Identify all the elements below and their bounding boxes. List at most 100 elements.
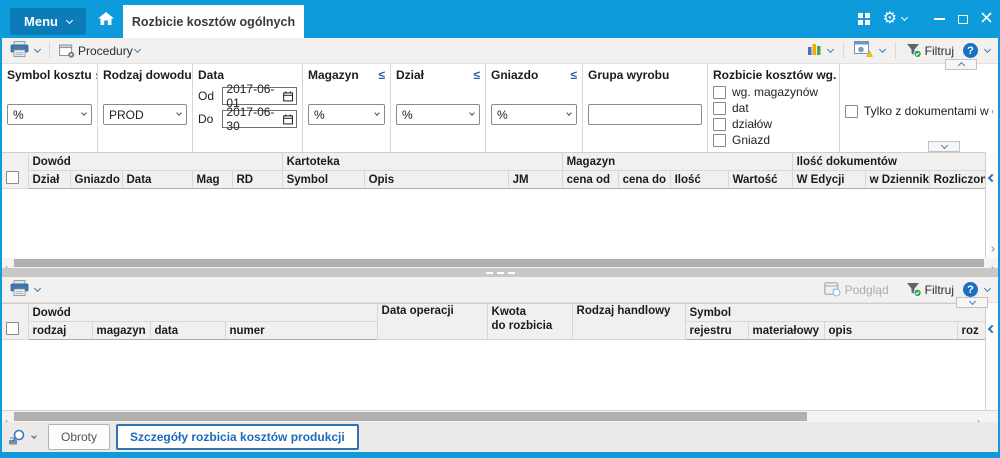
help-dropdown-chevron-icon[interactable] bbox=[984, 45, 991, 52]
tab-obroty[interactable]: Obroty bbox=[48, 424, 110, 450]
podglad-button[interactable]: Podgląd bbox=[824, 282, 891, 297]
col-header-roz[interactable]: roz bbox=[957, 322, 985, 340]
window-gear-warning-icon bbox=[854, 41, 873, 57]
grid1-horizontal-scrollbar[interactable] bbox=[2, 258, 998, 268]
scrollbar-thumb[interactable] bbox=[14, 259, 984, 267]
checkbox[interactable] bbox=[713, 102, 726, 115]
magazyn-select[interactable]: % bbox=[308, 104, 385, 125]
col-header-ilosc[interactable]: Ilość bbox=[670, 171, 728, 189]
tab-rozbicie-kosztow-ogolnych[interactable]: Rozbicie kosztów ogólnych bbox=[123, 5, 304, 38]
close-button[interactable] bbox=[981, 12, 992, 26]
select-all-checkbox[interactable] bbox=[6, 322, 19, 335]
check-gniazd-label: Gniazd bbox=[732, 133, 770, 147]
home-icon bbox=[98, 12, 114, 25]
symbol-kosztu-select[interactable]: % bbox=[7, 104, 92, 125]
check-dzialow[interactable]: działów bbox=[713, 117, 834, 131]
panel-splitter[interactable] bbox=[2, 268, 998, 277]
col-header-rodzaj[interactable]: rodzaj bbox=[28, 322, 92, 340]
check-dat[interactable]: dat bbox=[713, 101, 834, 115]
scroll-left-icon[interactable] bbox=[988, 174, 996, 182]
gniazdo-operator[interactable]: ≤ bbox=[570, 68, 577, 82]
help-dropdown-chevron-icon[interactable] bbox=[984, 284, 991, 291]
col-header-dzial[interactable]: Dział bbox=[28, 171, 70, 189]
filtruj-button[interactable]: Filtruj bbox=[906, 43, 956, 58]
results-grid-body[interactable] bbox=[2, 189, 985, 258]
details-grid-body[interactable] bbox=[2, 340, 985, 410]
col-header-rd[interactable]: RD bbox=[232, 171, 282, 189]
check-gniazd[interactable]: Gniazd bbox=[713, 133, 834, 147]
window-settings-chevron-icon[interactable] bbox=[879, 45, 886, 52]
filter-rodzaj-dowodu: Rodzaj dowodu PROD bbox=[98, 64, 193, 152]
do-label: Do bbox=[198, 112, 222, 126]
checkbox[interactable] bbox=[713, 134, 726, 147]
print-dropdown-chevron-icon[interactable] bbox=[34, 45, 41, 52]
collapse-toolbar-button[interactable] bbox=[945, 59, 977, 70]
settings-button[interactable]: ⚙ bbox=[883, 11, 907, 27]
col-header-jm[interactable]: JM bbox=[508, 171, 562, 189]
rodzaj-dowodu-select[interactable]: PROD bbox=[103, 104, 187, 125]
magazyn-operator[interactable]: ≤ bbox=[378, 68, 385, 82]
scrollbar-thumb[interactable] bbox=[14, 412, 807, 421]
tab-szczegoly-rozbicia[interactable]: Szczegóły rozbicia kosztów produkcji bbox=[116, 424, 359, 450]
checkbox[interactable] bbox=[845, 105, 858, 118]
zoom-view-button[interactable] bbox=[8, 429, 36, 445]
col-header-materialowy[interactable]: materiałowy bbox=[748, 322, 824, 340]
col-header-rejestru[interactable]: rejestru bbox=[685, 322, 748, 340]
scroll-left-icon[interactable] bbox=[988, 325, 996, 333]
date-do-input[interactable]: 2017-06-30 bbox=[222, 110, 297, 128]
col-header-symbol[interactable]: Symbol bbox=[282, 171, 364, 189]
col-header-kwota-do-rozbicia[interactable]: Kwota do rozbicia bbox=[487, 304, 572, 340]
col-header-rodzaj-handlowy[interactable]: Rodzaj handlowy bbox=[572, 304, 685, 340]
col-header-magazyn[interactable]: magazyn bbox=[92, 322, 150, 340]
dzial-operator[interactable]: ≤ bbox=[473, 68, 480, 82]
filtruj-button[interactable]: Filtruj bbox=[906, 282, 956, 297]
col-header-numer[interactable]: numer bbox=[225, 322, 377, 340]
apps-grid-icon[interactable] bbox=[858, 13, 870, 25]
col-header-wartosc[interactable]: Wartość bbox=[728, 171, 792, 189]
help-button[interactable]: ? bbox=[963, 43, 978, 58]
col-header-opis[interactable]: opis bbox=[824, 322, 957, 340]
details-grid-header: Dowód Data operacji Kwota do rozbicia Ro… bbox=[2, 303, 986, 340]
print-button[interactable] bbox=[10, 41, 29, 60]
menu-button[interactable]: Menu bbox=[10, 8, 86, 35]
collapse-grid2-button[interactable] bbox=[956, 297, 988, 308]
gniazdo-select[interactable]: % bbox=[491, 104, 577, 125]
date-od-input[interactable]: 2017-06-01 bbox=[222, 87, 297, 105]
check-wg-magazynow[interactable]: wg. magazynów bbox=[713, 85, 834, 99]
chart-button[interactable] bbox=[807, 42, 821, 59]
select-all-checkbox[interactable] bbox=[6, 171, 19, 184]
chevron-down-icon bbox=[469, 110, 475, 116]
col-header-opis[interactable]: Opis bbox=[364, 171, 508, 189]
col-header-mag[interactable]: Mag bbox=[192, 171, 232, 189]
minimize-button[interactable] bbox=[934, 18, 945, 20]
col-header-w-dzienniku[interactable]: w Dzienniku bbox=[865, 171, 929, 189]
checkbox[interactable] bbox=[713, 86, 726, 99]
grid2-horizontal-scrollbar[interactable] bbox=[2, 410, 998, 422]
window-settings-button[interactable] bbox=[854, 41, 873, 60]
home-button[interactable] bbox=[98, 12, 114, 28]
print-button[interactable] bbox=[10, 280, 29, 299]
select-all-cell bbox=[2, 304, 28, 340]
chart-dropdown-chevron-icon[interactable] bbox=[827, 45, 834, 52]
checkbox[interactable] bbox=[713, 118, 726, 131]
col-header-gniazdo[interactable]: Gniazdo bbox=[70, 171, 122, 189]
procedury-button[interactable]: Procedury bbox=[59, 44, 140, 58]
col-header-data-operacji[interactable]: Data operacji bbox=[377, 304, 487, 340]
col-header-data[interactable]: Data bbox=[122, 171, 192, 189]
collapse-filters-button[interactable] bbox=[928, 141, 960, 152]
titlebar-controls: ⚙ bbox=[858, 0, 992, 38]
col-header-cena-do[interactable]: cena do bbox=[618, 171, 670, 189]
toolbar-separator bbox=[895, 42, 896, 59]
dzial-select[interactable]: % bbox=[396, 104, 480, 125]
help-button[interactable]: ? bbox=[963, 282, 978, 297]
col-header-cena-od[interactable]: cena od bbox=[562, 171, 618, 189]
col-header-rozliczony[interactable]: Rozliczony bbox=[929, 171, 985, 189]
maximize-button[interactable] bbox=[958, 15, 968, 24]
check-tylko-z-dokumentami[interactable]: Tylko z dokumentami w dzi bbox=[845, 104, 993, 118]
col-header-w-edycji[interactable]: W Edycji bbox=[792, 171, 865, 189]
grupa-wyrobu-input[interactable] bbox=[588, 104, 702, 125]
scroll-right-icon[interactable] bbox=[989, 246, 995, 252]
col-header-data[interactable]: data bbox=[150, 322, 225, 340]
print-dropdown-chevron-icon[interactable] bbox=[34, 284, 41, 291]
grid2-scroll-strip bbox=[985, 303, 998, 410]
